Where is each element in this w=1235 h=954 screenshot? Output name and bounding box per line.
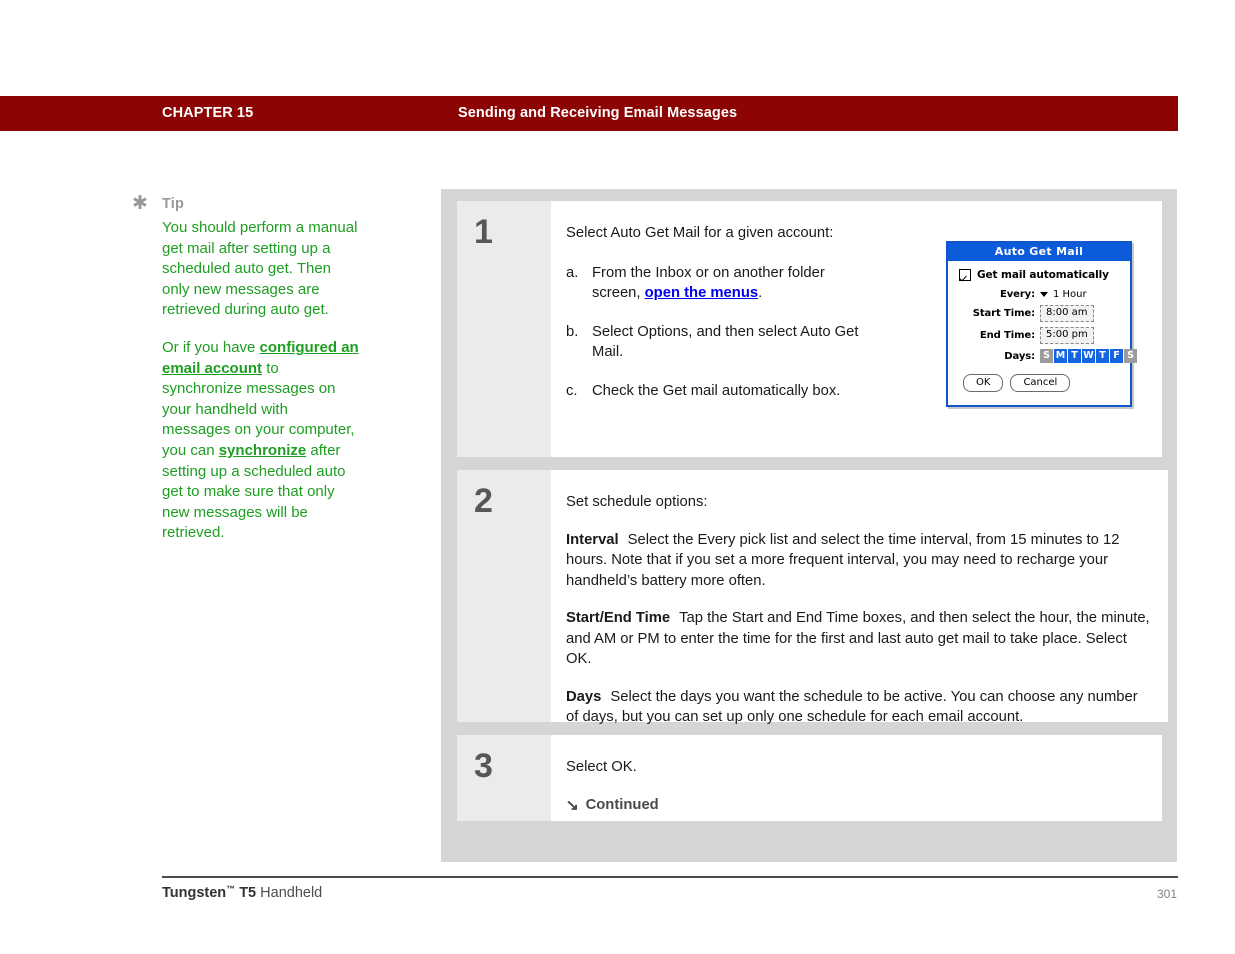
day-toggle-sunday[interactable]: S	[1040, 349, 1053, 363]
continued-label: Continued	[585, 797, 659, 813]
step-1: 1 Select Auto Get Mail for a given accou…	[457, 201, 1162, 457]
step-1-number-cell: 1	[457, 201, 551, 457]
every-label: Every:	[1000, 289, 1035, 300]
step-2-text: Set schedule options: Interval Select the…	[566, 492, 1154, 728]
step-1-text: Select Auto Get Mail for a given account…	[566, 223, 866, 401]
auto-get-mail-dialog: Auto Get Mail Get mail automatically Eve…	[946, 241, 1137, 407]
tip-label: Tip	[162, 196, 185, 212]
days-selector[interactable]: S M T W T F S	[1040, 349, 1137, 363]
page-number: 301	[1157, 887, 1178, 901]
step-3-intro: Select OK.	[566, 759, 637, 775]
step-2-interval-body: Select the Every pick list and select th…	[566, 531, 1120, 589]
header-chapter-label: CHAPTER 15	[162, 105, 254, 121]
step-1-item-a-marker: a.	[566, 265, 579, 281]
tip-p2-pre: Or if you have	[162, 338, 260, 356]
footer-model: T5	[235, 885, 257, 901]
step-1-number: 1	[474, 213, 493, 251]
every-row: Every: 1 Hour	[955, 289, 1123, 300]
day-toggle-wednesday[interactable]: W	[1082, 349, 1095, 363]
continued-marker: ↘ Continued	[566, 795, 1148, 815]
tip-paragraph-1: You should perform a manual get mail aft…	[162, 219, 358, 319]
arrow-down-right-icon: ↘	[565, 796, 579, 814]
tip-paragraph-2: Or if you have configured an email accou…	[162, 338, 360, 544]
page-header-bar: CHAPTER 15 Sending and Receiving Email M…	[0, 96, 1178, 131]
start-time-field[interactable]: 8:00 am	[1040, 305, 1094, 322]
tip-body: You should perform a manual get mail aft…	[162, 218, 360, 544]
days-row: Days: S M T W T F S	[955, 349, 1137, 363]
tip-sidebar: ✱ Tip You should perform a manual get ma…	[132, 193, 362, 544]
checkbox-checked-icon[interactable]	[959, 269, 971, 281]
start-time-row: Start Time: 8:00 am	[955, 305, 1123, 322]
step-2-content: Set schedule options: Interval Select the…	[551, 470, 1168, 725]
step-2: 2 Set schedule options: Interval Select t…	[457, 470, 1168, 725]
end-time-row: End Time: 5:00 pm	[955, 327, 1123, 344]
step-3-text: Select OK. ↘ Continued	[566, 757, 1148, 815]
step-2-paragraph-interval: Interval Select the Every pick list and s…	[566, 530, 1154, 592]
step-1-item-a: a. From the Inbox or on another folder sc…	[566, 263, 866, 303]
step-3-number-cell: 3	[457, 735, 551, 821]
step-1-item-c: c. Check the Get mail automatically box.	[566, 381, 866, 401]
step-1-item-c-marker: c.	[566, 383, 578, 399]
start-time-label: Start Time:	[972, 308, 1035, 319]
step-1-intro: Select Auto Get Mail for a given account…	[566, 225, 834, 241]
synchronize-link[interactable]: synchronize	[219, 442, 307, 459]
term-days: Days	[566, 688, 602, 705]
step-1-item-b-marker: b.	[566, 324, 579, 340]
step-2-days-body: Select the days you want the schedule to…	[566, 688, 1138, 726]
days-label: Days:	[1004, 350, 1035, 362]
get-mail-automatically-row[interactable]: Get mail automatically	[959, 269, 1123, 281]
step-2-paragraph-days: Days Select the days you want the schedul…	[566, 687, 1154, 728]
step-1-item-b: b. Select Options, and then select Auto G…	[566, 322, 866, 362]
day-toggle-monday[interactable]: M	[1054, 349, 1067, 363]
tip-heading: ✱ Tip	[132, 193, 362, 218]
step-1-item-a-post: .	[758, 285, 763, 301]
step-2-paragraph-start-end: Start/End Time Tap the Start and End Time…	[566, 608, 1154, 670]
footer-product-label: Tungsten™ T5 Handheld	[162, 884, 322, 901]
step-3: 3 Select OK. ↘ Continued	[457, 735, 1162, 821]
step-3-number: 3	[474, 747, 493, 785]
footer-divider	[162, 876, 1178, 878]
end-time-label: End Time:	[979, 330, 1035, 341]
day-toggle-tuesday[interactable]: T	[1068, 349, 1081, 363]
day-toggle-friday[interactable]: F	[1110, 349, 1123, 363]
footer-brand: Tungsten	[162, 885, 227, 901]
steps-container: 1 Select Auto Get Mail for a given accou…	[441, 189, 1177, 862]
dialog-cancel-button[interactable]: Cancel	[1010, 374, 1071, 392]
every-picker[interactable]: 1 Hour	[1040, 289, 1087, 300]
dialog-body: Get mail automatically Every: 1 Hour Sta…	[948, 261, 1137, 405]
end-time-field[interactable]: 5:00 pm	[1040, 327, 1094, 344]
step-1-item-c-text: Check the Get mail automatically box.	[592, 383, 841, 399]
day-toggle-thursday[interactable]: T	[1096, 349, 1109, 363]
get-mail-automatically-label: Get mail automatically	[977, 269, 1109, 281]
step-3-content: Select OK. ↘ Continued	[551, 735, 1162, 821]
day-toggle-saturday[interactable]: S	[1124, 349, 1137, 363]
step-1-sublist: a. From the Inbox or on another folder sc…	[566, 263, 866, 401]
open-the-menus-link[interactable]: open the menus	[645, 285, 758, 301]
dialog-footer: OK Cancel	[955, 365, 1123, 398]
dialog-title: Auto Get Mail	[948, 243, 1130, 261]
step-1-item-b-text: Select Options, and then select Auto Get…	[592, 324, 859, 360]
term-start-end-time: Start/End Time	[566, 610, 671, 626]
triangle-down-icon	[1040, 291, 1048, 297]
trademark-icon: ™	[226, 884, 236, 894]
steps-inner: 1 Select Auto Get Mail for a given accou…	[457, 201, 1168, 821]
header-section-title: Sending and Receiving Email Messages	[458, 105, 738, 121]
dialog-ok-button[interactable]: OK	[963, 374, 1004, 392]
term-interval: Interval	[566, 531, 619, 548]
footer-product: Handheld	[256, 885, 323, 901]
asterisk-icon: ✱	[132, 193, 148, 214]
step-2-number-cell: 2	[457, 470, 551, 722]
step-2-intro: Set schedule options:	[566, 494, 708, 510]
every-value: 1 Hour	[1053, 289, 1087, 300]
step-1-content: Select Auto Get Mail for a given account…	[551, 201, 1162, 457]
step-2-number: 2	[474, 482, 493, 520]
